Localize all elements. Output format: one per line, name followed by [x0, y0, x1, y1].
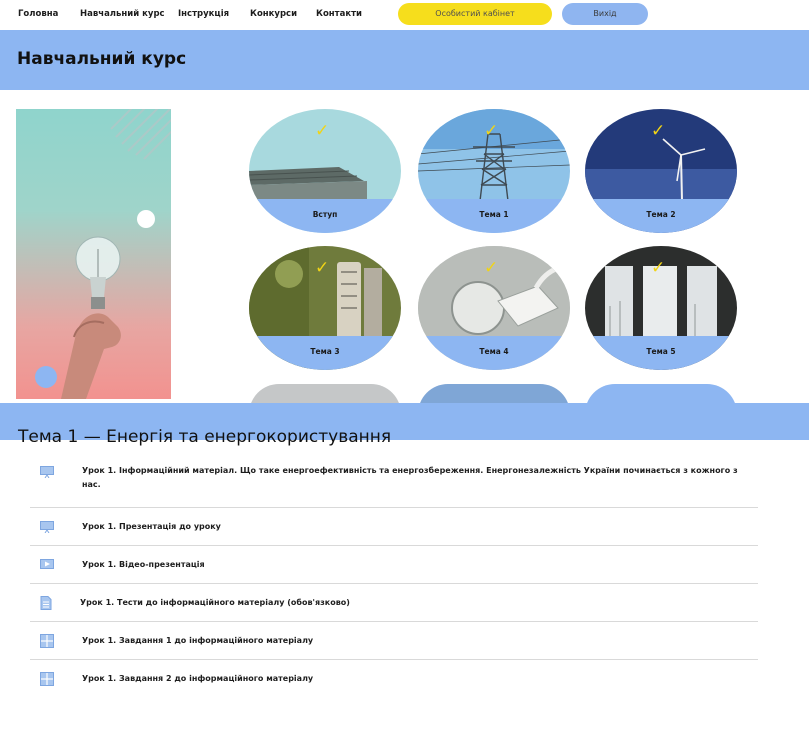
checkmark-icon: ✓ [315, 258, 330, 278]
video-icon [40, 559, 54, 569]
topic-card-partial[interactable] [249, 384, 401, 403]
lesson-item[interactable]: Урок 1. Тести до інформаційного матеріал… [30, 584, 758, 622]
checkmark-icon: ✓ [651, 258, 666, 278]
lesson-item[interactable]: Урок 1. Завдання 1 до інформаційного мат… [30, 622, 758, 660]
topic-card-3[interactable]: ✓ Тема 3 [249, 246, 401, 370]
lesson-title: Урок 1. Відео-презентація [82, 560, 205, 569]
nav-link-course[interactable]: Навчальний курс [80, 9, 165, 19]
topic-header-band: Тема 1 — Енергія та енергокористування [0, 403, 809, 447]
topic-card-partial[interactable] [585, 384, 737, 403]
topic-label: Вступ [312, 210, 338, 219]
document-icon [40, 596, 52, 610]
topic-label: Тема 3 [310, 347, 340, 356]
checkmark-icon: ✓ [651, 121, 666, 141]
lesson-item[interactable]: Урок 1. Презентація до уроку [30, 508, 758, 546]
top-navigation: Головна Навчальний курс Інструкція Конку… [0, 0, 809, 30]
topic-card-partial[interactable] [418, 384, 570, 403]
topic-label: Тема 4 [479, 347, 509, 356]
lesson-title: Урок 1. Тести до інформаційного матеріал… [80, 598, 350, 607]
lesson-item[interactable]: Урок 1. Відео-презентація [30, 546, 758, 584]
personal-cabinet-button[interactable]: Особистий кабінет [398, 3, 552, 25]
exit-button[interactable]: Вихід [562, 3, 648, 25]
nav-link-contacts[interactable]: Контакти [316, 9, 362, 19]
task-grid-icon [40, 634, 54, 648]
task-grid-icon [40, 672, 54, 686]
presentation-icon [40, 466, 54, 478]
lesson-title: Урок 1. Завдання 2 до інформаційного мат… [82, 674, 314, 683]
lesson-title: Урок 1. Завдання 1 до інформаційного мат… [82, 636, 314, 645]
course-area: ✓ Вступ ✓ Тема 1 ✓ Тема 2 ✓ Тема 3 ✓ Тем… [0, 90, 809, 403]
checkmark-icon: ✓ [484, 121, 499, 141]
topic-label: Тема 2 [646, 210, 676, 219]
topic-card-4[interactable]: ✓ Тема 4 [418, 246, 570, 370]
lesson-item[interactable]: Урок 1. Інформаційний матеріал. Що таке … [30, 458, 758, 508]
topic-card-2[interactable]: ✓ Тема 2 [585, 109, 737, 233]
page-title: Навчальний курс [17, 49, 187, 69]
topic-label: Тема 1 [479, 210, 509, 219]
checkmark-icon: ✓ [484, 258, 499, 278]
presentation-icon [40, 521, 54, 533]
lesson-title: Урок 1. Інформаційний матеріал. Що таке … [82, 466, 738, 489]
nav-link-instructions[interactable]: Інструкція [178, 9, 229, 19]
topic-card-5[interactable]: ✓ Тема 5 [585, 246, 737, 370]
course-header-band: Навчальний курс [0, 30, 809, 90]
checkmark-icon: ✓ [315, 121, 330, 141]
lesson-title: Урок 1. Презентація до уроку [82, 522, 221, 531]
topic-label: Тема 5 [646, 347, 676, 356]
topic-card-intro[interactable]: ✓ Вступ [249, 109, 401, 233]
nav-link-home[interactable]: Головна [18, 9, 58, 19]
hero-image-lightbulb [16, 109, 171, 399]
nav-link-contests[interactable]: Конкурси [250, 9, 297, 19]
lesson-item[interactable]: Урок 1. Завдання 2 до інформаційного мат… [30, 660, 758, 698]
topic-card-1[interactable]: ✓ Тема 1 [418, 109, 570, 233]
topic-title: Тема 1 — Енергія та енергокористування [18, 427, 392, 447]
